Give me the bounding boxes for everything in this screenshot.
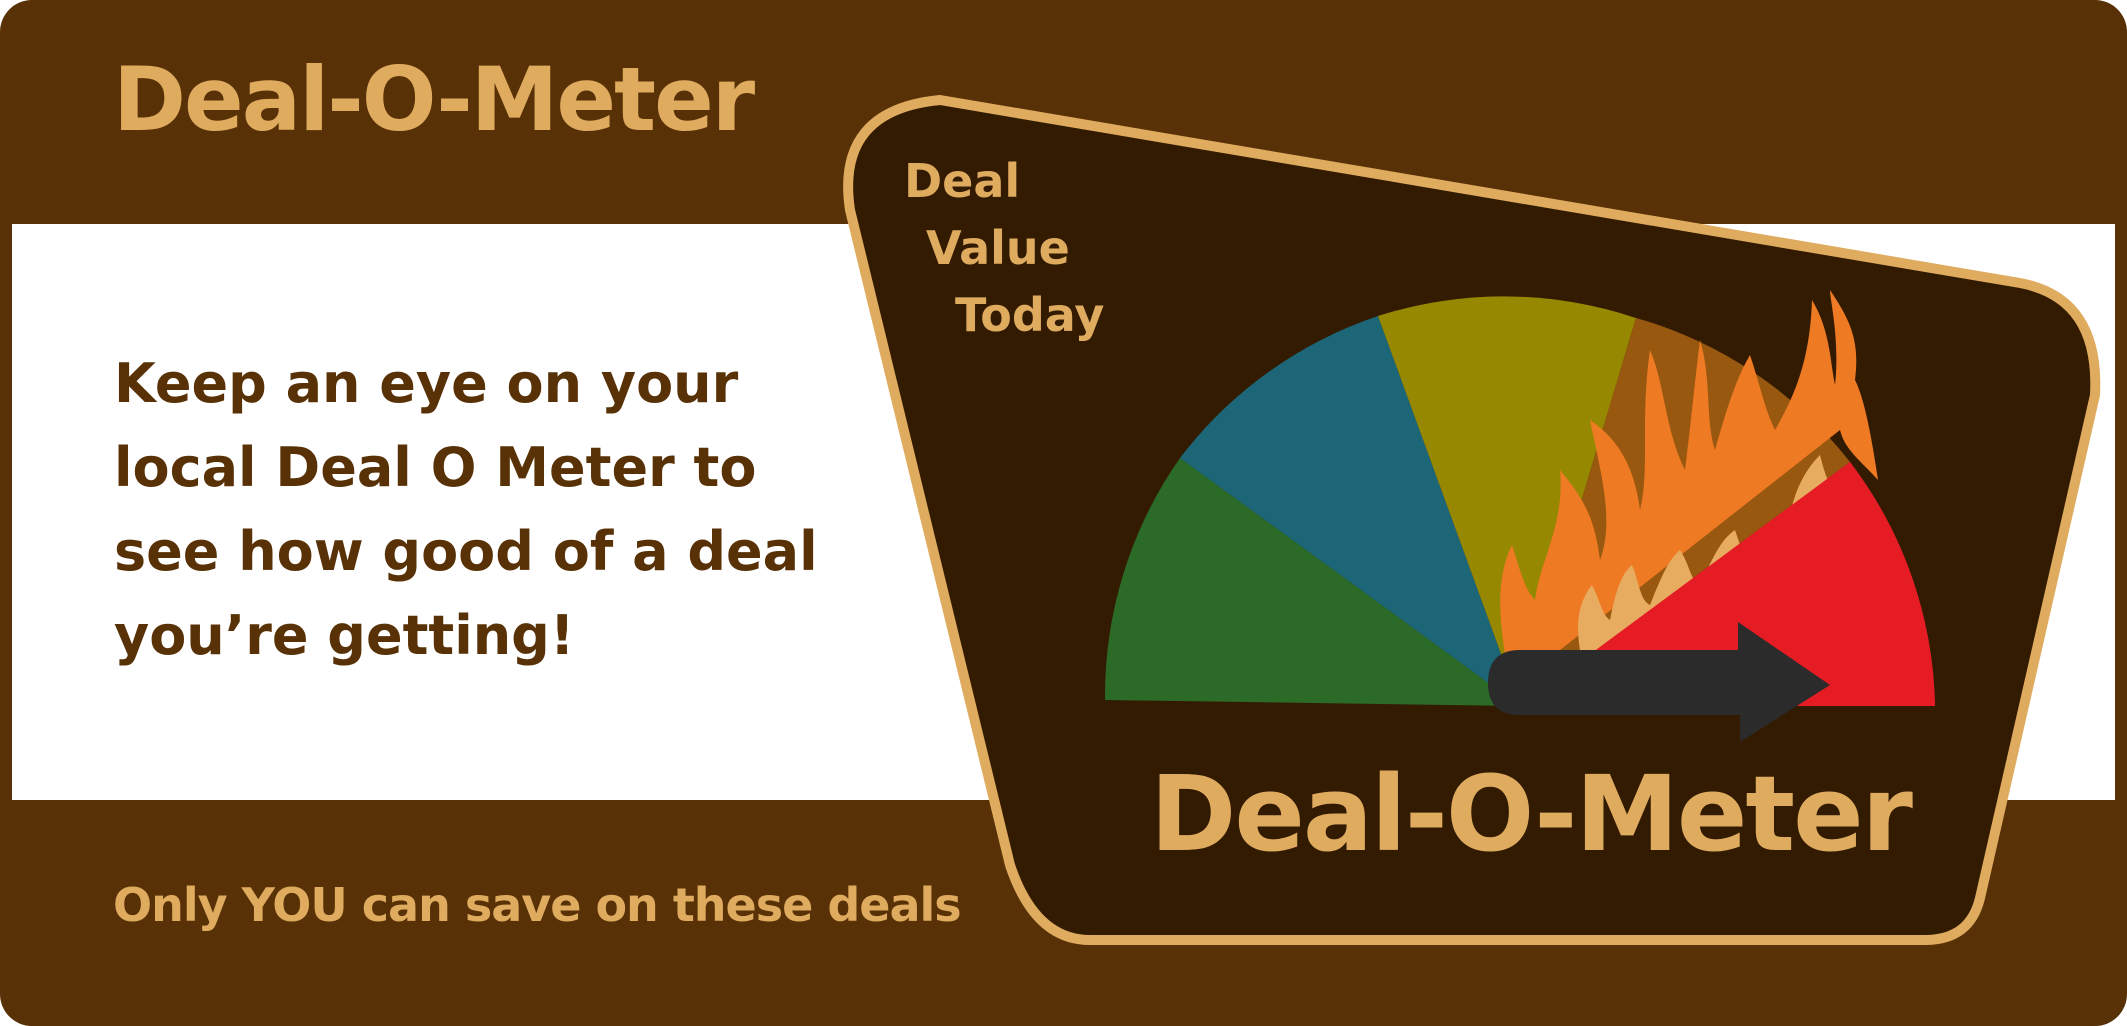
deal-o-meter-sign: Deal Value Today Deal-O-Meter [843, 95, 2101, 945]
sign-label-line-2: Value [926, 221, 1070, 275]
sign-title: Deal-O-Meter [1150, 753, 1913, 875]
sign-label-line-3: Today [955, 288, 1104, 342]
deal-o-meter-banner: Deal-O-Meter Keep an eye on your local D… [0, 0, 2127, 1026]
sign-label-line-1: Deal [904, 154, 1020, 208]
